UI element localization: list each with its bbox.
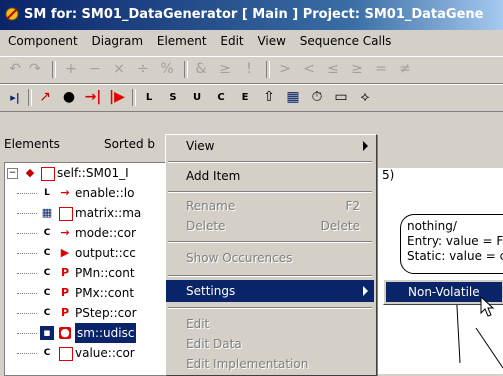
menu-element[interactable]: Element [152,30,212,52]
checkbox-icon [41,167,55,181]
tree-item-label: self::SM01_I [57,166,129,180]
percent-icon[interactable]: % [158,60,176,78]
menu-item-edit-data[interactable]: Edit Data [166,333,374,355]
menu-item-delete[interactable]: Delete Delete [166,215,374,237]
menu-sequence-calls[interactable]: Sequence Calls [295,30,397,52]
constant-icon: C [43,268,51,278]
eq-icon[interactable]: = [372,60,390,78]
and-icon[interactable]: & [192,60,210,78]
gt-icon[interactable]: > [276,60,294,78]
input-icon[interactable]: →| [84,88,102,106]
undo-icon[interactable]: ↶ [6,60,24,78]
transition-icon[interactable]: ↗ [36,88,54,106]
action-l-icon[interactable]: L [140,88,158,106]
element-toolbar: ▸| ↗ ● →| |▶ L S U C E ⇧ ▦ ⏱ ▭ ⟡ [0,84,503,112]
menu-item-settings[interactable]: Settings [166,280,374,302]
menu-item-view[interactable]: View [166,135,374,157]
input-arrow-icon: → [60,186,70,199]
component-icon: ◆ [25,166,35,179]
sort-dropdown[interactable]: Sorted b [104,132,155,156]
state-box[interactable]: nothing/ Entry: value = F Static: value … [400,214,503,274]
tree-item-label: value::cor [75,346,135,360]
tree-item-label: output::cc [75,246,136,260]
multiply-icon[interactable]: × [110,60,128,78]
redo-icon[interactable]: ↷ [26,60,44,78]
menu-edit[interactable]: Edit [215,30,248,52]
mouse-cursor-icon [480,296,495,317]
minus-icon[interactable]: − [86,60,104,78]
timer-icon[interactable]: ⏱ [308,88,326,106]
constant-icon: C [43,348,51,358]
lt-icon[interactable]: < [300,60,318,78]
tree-item-label: PMn::cont [75,266,135,280]
tree-item-label: matrix::ma [75,206,142,220]
operator-toolbar: ↶ ↷ + − × ÷ % & ≥ ! > < ≤ ≥ = ≠ [0,56,503,84]
ge-icon[interactable]: ≥ [348,60,366,78]
collapse-icon[interactable]: − [7,168,18,179]
wire-icon[interactable]: ▭ [332,88,350,106]
event-icon[interactable]: ⇧ [260,88,278,106]
divide-icon[interactable]: ÷ [134,60,152,78]
object-icon: ● [59,326,71,339]
output-icon[interactable]: |▶ [108,88,126,106]
menu-bar: Component Diagram Element Edit View Sequ… [0,30,503,52]
junction-icon[interactable]: ⟡ [356,88,374,106]
matrix-icon[interactable]: ▦ [284,88,302,106]
plus-icon[interactable]: + [62,60,80,78]
parameter-icon: P [60,286,70,299]
parameter-icon: P [60,306,70,319]
tree-item-label: sm::udisc [75,323,137,343]
tree-item-label: PStep::cor [75,306,137,320]
connector-icon[interactable]: ● [60,88,78,106]
statemachine-icon: ▪ [40,326,54,340]
action-s-icon[interactable]: S [164,88,182,106]
parameter-icon: P [60,266,70,279]
menu-view[interactable]: View [252,30,290,52]
window-title: SM for: SM01_DataGenerator [ Main ] Proj… [24,7,484,22]
submenu-arrow-icon [363,141,368,151]
state-line-3: Static: value = c [407,249,503,263]
action-c-icon[interactable]: C [212,88,230,106]
menu-item-show-occurences[interactable]: Show Occurences [166,247,374,269]
state-line-1: nothing/ [407,219,457,233]
constant-icon: C [43,308,51,318]
menu-component[interactable]: Component [0,30,83,52]
tree-item-label: PMx::cont [75,286,135,300]
not-icon[interactable]: ! [240,60,258,78]
submenu-arrow-icon [363,286,368,296]
constant-icon: C [43,248,51,258]
matrix-icon: ▦ [41,206,53,219]
gte-icon[interactable]: ≥ [216,60,234,78]
tree-item-label: enable::lo [75,186,135,200]
menu-item-edit-implementation[interactable]: Edit Implementation [166,353,374,375]
menu-diagram[interactable]: Diagram [87,30,149,52]
app-icon [5,7,19,21]
menu-item-rename[interactable]: Rename F2 [166,195,374,217]
context-menu: View Add Item Rename F2 Delete Delete Sh… [165,134,377,376]
input-arrow-icon: → [60,226,70,239]
title-bar[interactable]: SM for: SM01_DataGenerator [ Main ] Proj… [0,0,503,30]
constant-icon: C [43,228,51,238]
checkbox-icon [59,347,73,361]
tree-item-label: mode::cor [75,226,136,240]
output-arrow-icon: ▶ [60,246,70,259]
elements-label: Elements [4,137,60,151]
action-e-icon[interactable]: E [236,88,254,106]
local-icon: L [44,188,50,198]
init-icon[interactable]: ▸| [6,88,24,106]
ne-icon[interactable]: ≠ [396,60,414,78]
menu-item-edit[interactable]: Edit [166,313,374,335]
menu-item-add-item[interactable]: Add Item [166,165,374,187]
constant-icon: C [43,288,51,298]
checkbox-icon [59,207,73,221]
action-u-icon[interactable]: U [188,88,206,106]
state-line-2: Entry: value = F [407,234,503,248]
le-icon[interactable]: ≤ [324,60,342,78]
